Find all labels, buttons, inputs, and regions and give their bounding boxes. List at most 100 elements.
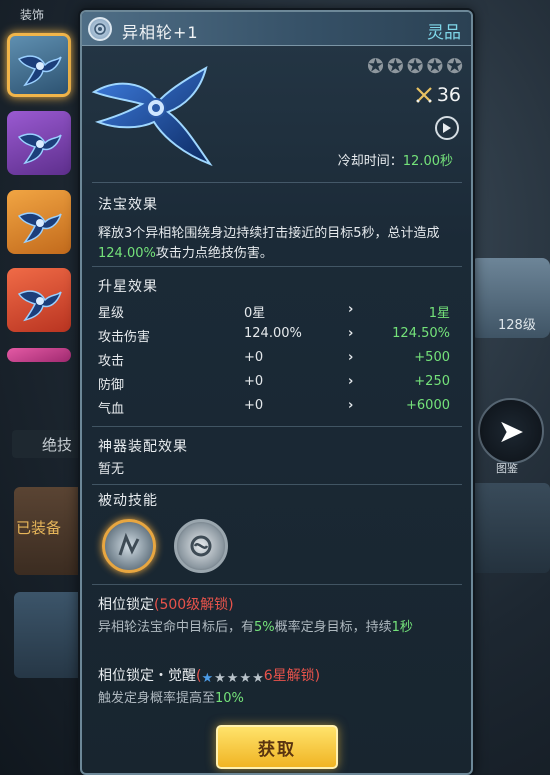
effect-highlight: 124.00%: [98, 246, 156, 261]
item-detail-panel: 异相轮+1 灵品 ✪ ✪ ✪ ✪ ✪ 36 冷却时间：12.00秒 法宝效果 释放3个异…: [80, 10, 473, 775]
stat-current: +0: [244, 350, 264, 365]
stat-next: +250: [414, 374, 450, 389]
background-sidebar: 装饰 绝技 已装备: [0, 0, 84, 775]
divider: [92, 266, 462, 267]
cooldown-value: 12.00秒: [402, 154, 453, 169]
divider: [92, 426, 462, 427]
shuriken-icon: [17, 55, 62, 87]
star-icon: ✪: [386, 54, 404, 78]
effect-description: 释放3个异相轮围绕身边持续打击接近的目标5秒，总计造成 124.00%攻击力点绝技…: [98, 224, 458, 264]
stat-current: +0: [244, 398, 264, 413]
stat-label: 星级: [98, 306, 125, 321]
divider: [92, 484, 462, 485]
stat-label: 攻击: [98, 354, 125, 369]
lock1-pct: 5%: [254, 620, 275, 635]
background-codex-label: 图鉴: [496, 462, 518, 475]
lock1-description: 异相轮法宝命中目标后，有5%概率定身目标，持续1秒: [98, 618, 458, 638]
star-icon: ★: [252, 671, 264, 686]
passive-skill-1-icon[interactable]: [102, 519, 156, 573]
weapon-slot-1[interactable]: [7, 33, 71, 97]
lock1-text-a: 异相轮法宝命中目标后，有: [98, 620, 255, 635]
star-icon: ★: [226, 671, 239, 686]
lock1-title: 相位锁定: [98, 597, 154, 613]
cooldown-label: 冷却时间：: [337, 154, 403, 169]
passive-skill-2-icon[interactable]: [174, 519, 228, 573]
background-top-label: 装饰: [20, 8, 45, 22]
lock1-unlock: (500级解锁): [154, 597, 234, 613]
weapon-art-icon: [91, 66, 213, 167]
background-tab[interactable]: 绝技: [12, 430, 84, 458]
power-display: 36: [415, 84, 461, 106]
background-codex-button[interactable]: ➤: [478, 398, 544, 464]
lock2-text-a: 触发定身概率提高至: [98, 691, 216, 706]
upgrade-title: 升星效果: [98, 279, 158, 295]
crossed-swords-icon: [416, 87, 432, 103]
weapon-slot-4[interactable]: [7, 268, 71, 332]
play-icon: [443, 123, 451, 133]
arrow-right-icon: ›: [348, 350, 354, 365]
weapon-slot-3[interactable]: [7, 190, 71, 254]
stat-current: +0: [244, 374, 264, 389]
divider: [92, 584, 462, 585]
stat-row-attack: 攻击 +0 › +500: [98, 350, 458, 372]
weapon-slot-2[interactable]: [7, 111, 71, 175]
stat-row-hp: 气血 +0 › +6000: [98, 398, 458, 420]
panel-header: 异相轮+1 灵品: [82, 12, 471, 46]
artifact-value: 暂无: [98, 462, 125, 477]
arrow-icon: ➤: [497, 412, 525, 450]
shuriken-icon: [17, 212, 62, 244]
background-level-label: 128级: [498, 318, 536, 333]
effect-text-after: 攻击力点绝技伤害。: [155, 246, 273, 261]
star-icon: ★: [239, 671, 252, 686]
star-rating: ✪ ✪ ✪ ✪ ✪: [367, 56, 463, 76]
lock2-star-icons: ★ ★ ★ ★ ★: [201, 671, 263, 686]
arrow-right-icon: ›: [348, 302, 354, 317]
arrow-right-icon: ›: [348, 398, 354, 413]
lock2-title-line: 相位锁定・觉醒(★ ★ ★ ★ ★ 6星解锁): [98, 665, 320, 686]
get-button[interactable]: 获取: [216, 725, 338, 769]
divider: [92, 182, 462, 183]
stat-row-defense: 防御 +0 › +250: [98, 374, 458, 396]
stat-current: 0星: [244, 306, 266, 321]
stat-label: 攻击伤害: [98, 330, 151, 345]
item-grade: 灵品: [427, 23, 461, 43]
star-icon: ★: [214, 671, 226, 686]
star-icon: ★: [201, 671, 214, 686]
grade-emblem-icon: [88, 17, 112, 41]
artifact-title: 神器装配效果: [98, 439, 188, 455]
lock2-description: 触发定身概率提高至10%: [98, 689, 458, 709]
lock2-title: 相位锁定・觉醒: [98, 668, 196, 684]
effect-text-before: 释放3个异相轮围绕身边持续打击接近的目标5秒，总计造成: [98, 226, 440, 241]
stat-next: 1星: [428, 306, 450, 321]
stat-next: +6000: [406, 398, 450, 413]
lock1-title-line: 相位锁定(500级解锁): [98, 594, 234, 614]
item-name: 异相轮+1: [122, 23, 199, 42]
lock2-unlock: 6星解锁): [263, 668, 321, 684]
background-equipped-label: 已装备: [16, 519, 62, 537]
preview-play-button[interactable]: [435, 116, 459, 140]
stat-row-damage: 攻击伤害 124.00% › 124.50%: [98, 326, 458, 348]
star-icon: ✪: [426, 54, 444, 78]
star-icon: ✪: [406, 54, 424, 78]
arrow-right-icon: ›: [348, 326, 354, 341]
shuriken-icon: [17, 290, 62, 322]
passive-title: 被动技能: [98, 493, 158, 509]
star-icon: ✪: [367, 54, 384, 78]
weapon-slot-5[interactable]: [7, 348, 71, 362]
stat-row-star: 星级 0星 › 1星: [98, 302, 458, 324]
stat-next: +500: [414, 350, 450, 365]
arrow-right-icon: ›: [348, 374, 354, 389]
stat-next: 124.50%: [392, 326, 450, 341]
power-value: 36: [436, 84, 461, 106]
stat-label: 气血: [98, 402, 125, 417]
background-card-2[interactable]: [14, 592, 84, 678]
cooldown: 冷却时间：12.00秒: [338, 150, 453, 169]
background-weapon-card[interactable]: [470, 483, 550, 573]
shuriken-icon: [17, 133, 62, 165]
effect-title: 法宝效果: [98, 197, 158, 213]
lock2-pct: 10%: [215, 691, 244, 706]
lock1-text-b: 概率定身目标，持续: [274, 620, 392, 635]
star-icon: ✪: [446, 54, 463, 78]
stat-label: 防御: [98, 378, 125, 393]
stat-current: 124.00%: [244, 326, 302, 341]
